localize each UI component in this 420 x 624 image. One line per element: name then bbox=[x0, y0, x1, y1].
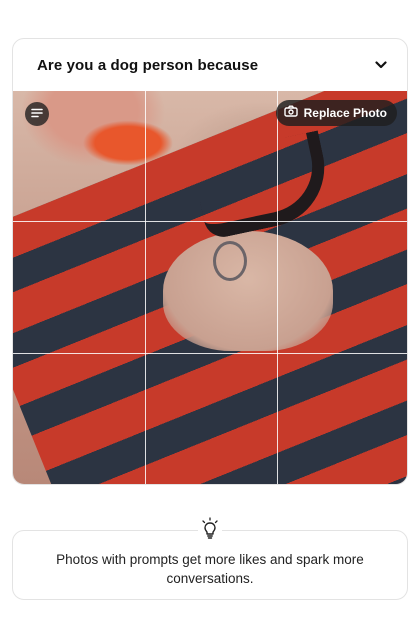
prompt-title: Are you a dog person because bbox=[37, 56, 259, 74]
replace-photo-label: Replace Photo bbox=[303, 106, 387, 120]
photo-neck bbox=[163, 231, 333, 351]
list-icon bbox=[31, 105, 43, 123]
tip-text: Photos with prompts get more likes and s… bbox=[56, 552, 364, 586]
prompt-header[interactable]: Are you a dog person because bbox=[13, 39, 407, 91]
photo-crop-area[interactable]: Replace Photo bbox=[13, 91, 407, 484]
replace-photo-button[interactable]: Replace Photo bbox=[275, 100, 397, 126]
camera-icon bbox=[283, 104, 298, 122]
grid-line bbox=[145, 91, 146, 484]
photo-menu-button[interactable] bbox=[25, 102, 49, 126]
chevron-down-icon[interactable] bbox=[373, 57, 389, 73]
grid-line bbox=[13, 353, 407, 354]
prompt-photo-card: Are you a dog person because Replace Pho… bbox=[12, 38, 408, 485]
grid-line bbox=[277, 91, 278, 484]
lightbulb-icon bbox=[198, 515, 222, 543]
photo-ring bbox=[213, 241, 247, 281]
grid-line bbox=[13, 221, 407, 222]
